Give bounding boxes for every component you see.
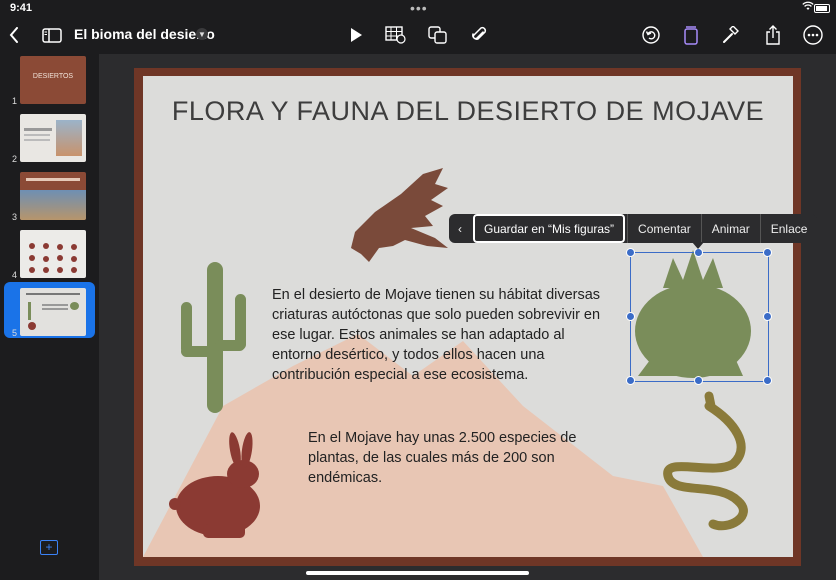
back-icon[interactable] — [4, 16, 24, 54]
slide-number: 2 — [12, 154, 18, 164]
slide-navigator: 1 DESIERTOS 2 3 4 5 + — [0, 54, 98, 580]
slide-paragraph-2[interactable]: En el Mojave hay unas 2.500 especies de … — [308, 428, 578, 488]
slide-title[interactable]: FLORA Y FAUNA DEL DESIERTO DE MOJAVE — [143, 96, 793, 127]
sidebar-toggle-icon[interactable] — [40, 16, 64, 54]
snake-shape — [663, 391, 748, 531]
status-bar: 9:41 ••• — [0, 0, 836, 16]
resize-handle[interactable] — [763, 376, 772, 385]
home-indicator[interactable] — [306, 571, 529, 575]
resize-handle[interactable] — [763, 248, 772, 257]
resize-handle[interactable] — [763, 312, 772, 321]
link-button[interactable]: Enlace — [759, 214, 818, 243]
chevron-down-icon[interactable]: ▼ — [196, 28, 208, 40]
undo-icon[interactable] — [640, 16, 662, 54]
hammer-icon[interactable] — [720, 16, 742, 54]
resize-handle[interactable] — [626, 312, 635, 321]
slide-thumbnail-3[interactable] — [20, 172, 86, 220]
battery-icon — [814, 4, 830, 13]
document-title[interactable]: El bioma del desierto — [74, 26, 215, 42]
resize-handle[interactable] — [626, 376, 635, 385]
shapes-icon[interactable] — [426, 16, 450, 54]
wifi-icon — [802, 1, 814, 14]
format-icon[interactable] — [680, 16, 702, 54]
slide-thumbnail-4[interactable] — [20, 230, 86, 278]
status-time: 9:41 — [10, 2, 33, 14]
multitask-dots[interactable]: ••• — [410, 0, 428, 16]
resize-handle[interactable] — [694, 376, 703, 385]
slide-paragraph-1[interactable]: En el desierto de Mojave tienen su hábit… — [272, 285, 617, 385]
more-icon[interactable] — [802, 16, 824, 54]
resize-handle[interactable] — [626, 248, 635, 257]
slide-thumbnail-1[interactable]: DESIERTOS — [20, 56, 86, 104]
paperclip-icon[interactable] — [468, 16, 490, 54]
slide-number: 1 — [12, 96, 18, 106]
bird-shape — [351, 168, 448, 262]
table-icon[interactable] — [384, 16, 408, 54]
menu-back-button[interactable]: ‹ — [449, 214, 471, 243]
animate-button[interactable]: Animar — [700, 214, 760, 243]
context-menu-arrow — [692, 242, 704, 249]
play-icon[interactable] — [346, 16, 366, 54]
slide-number: 5 — [12, 328, 18, 338]
toolbar: El bioma del desierto ▼ — [0, 16, 836, 54]
resize-handle[interactable] — [694, 248, 703, 257]
cactus-shape — [181, 262, 246, 413]
slide-number: 4 — [12, 270, 18, 280]
selection-box[interactable] — [630, 252, 769, 382]
comment-button[interactable]: Comentar — [627, 214, 701, 243]
add-slide-button[interactable]: + — [40, 540, 58, 555]
slide-thumbnail-2[interactable] — [20, 114, 86, 162]
slide-thumbnail-5[interactable] — [20, 288, 86, 336]
context-menu: ‹ Guardar en “Mis figuras” Comentar Anim… — [449, 214, 818, 243]
save-to-my-shapes-button[interactable]: Guardar en “Mis figuras” — [473, 214, 626, 243]
slide-number: 3 — [12, 212, 18, 222]
share-icon[interactable] — [762, 16, 784, 54]
thumbnail-title: DESIERTOS — [32, 73, 74, 80]
